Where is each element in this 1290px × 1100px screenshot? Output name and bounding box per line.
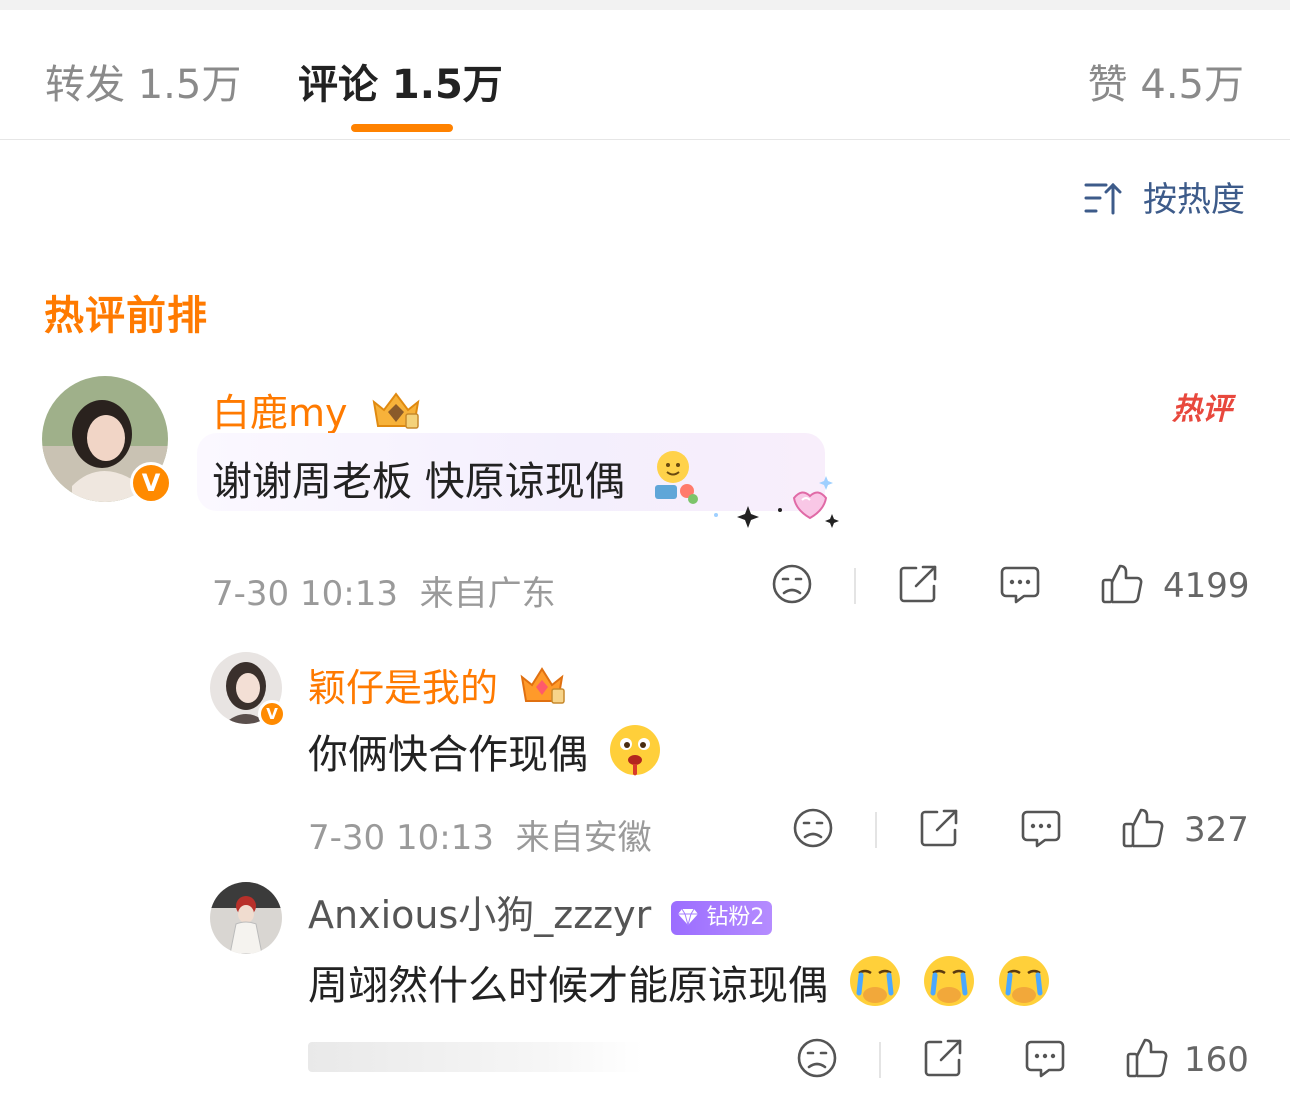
comment-actions: 160 [795, 1036, 1251, 1086]
tab-likes[interactable]: 赞 4.5万 [1088, 52, 1244, 110]
comment-actions: 4199 [770, 562, 1250, 612]
hot-comments-title: 热评前排 [44, 293, 208, 339]
comment-location: 来自广东 [419, 574, 556, 614]
dislike-button[interactable] [770, 562, 814, 610]
like-count: 4199 [1163, 566, 1250, 606]
action-separator [875, 812, 877, 848]
fan-badge: 钻粉2 [671, 901, 773, 935]
verified-badge-icon: V [130, 462, 172, 504]
active-tab-indicator [351, 124, 453, 132]
comment-time: 7-30 10:13 [212, 574, 398, 614]
tab-comments[interactable]: 评论 1.5万 [298, 52, 503, 110]
like-button[interactable] [1125, 1036, 1169, 1084]
comment-text: 谢谢周老板 快原谅现偶 [212, 447, 701, 515]
hot-comment-tag: 热评 [1172, 392, 1232, 427]
top-divider-bar [0, 0, 1290, 10]
username-text: 白鹿my [212, 391, 348, 435]
action-separator [879, 1042, 881, 1078]
watering-emoji-icon [643, 447, 701, 515]
comment-username[interactable]: Anxious小狗_zzzyr 钻粉2 [308, 884, 773, 939]
crying-emoji-icon [847, 953, 903, 1019]
heart-sparkle-decoration-icon [706, 470, 846, 536]
fan-badge-label: 钻粉2 [706, 905, 765, 930]
reply-button[interactable] [998, 562, 1042, 610]
dislike-button[interactable] [795, 1036, 839, 1084]
comment-time: 7-30 10:13 [308, 818, 494, 858]
username-text: 颖仔是我的 [308, 666, 499, 710]
share-button[interactable] [896, 562, 940, 610]
avatar[interactable] [210, 882, 282, 954]
like-count: 327 [1184, 810, 1249, 850]
dislike-button[interactable] [791, 806, 835, 854]
diamond-icon [678, 908, 699, 927]
crying-emoji-icon [921, 953, 977, 1019]
comment-text-content: 周翊然什么时候才能原谅现偶 [308, 963, 828, 1009]
sort-by-hot-button[interactable]: 按热度 [1084, 172, 1245, 221]
username-text: Anxious小狗_zzzyr [308, 893, 652, 937]
comment-meta: 7-30 10:13 来自广东 [212, 566, 556, 615]
comment-text-content: 谢谢周老板 快原谅现偶 [212, 459, 625, 505]
comment-location: 来自安徽 [515, 818, 652, 858]
tab-bar: 转发 1.5万 评论 1.5万 赞 4.5万 [0, 10, 1290, 140]
verified-badge-icon: V [258, 700, 286, 728]
like-count: 160 [1184, 1040, 1249, 1080]
crown-badge-icon [518, 663, 568, 716]
action-separator [854, 568, 856, 604]
comment-meta: 7-30 10:13 来自安徽 [308, 810, 652, 859]
tab-reposts[interactable]: 转发 1.5万 [45, 52, 241, 110]
comment-username[interactable]: 颖仔是我的 [308, 657, 568, 716]
crying-emoji-icon [996, 953, 1052, 1019]
sort-icon [1084, 180, 1143, 220]
drooling-emoji-icon [607, 722, 663, 788]
like-button[interactable] [1121, 806, 1165, 854]
comment-actions: 327 [791, 806, 1251, 856]
comment-text: 周翊然什么时候才能原谅现偶 [308, 953, 1052, 1019]
sort-label: 按热度 [1143, 180, 1245, 220]
reply-button[interactable] [1023, 1036, 1067, 1084]
reply-button[interactable] [1019, 806, 1063, 854]
share-button[interactable] [917, 806, 961, 854]
share-button[interactable] [921, 1036, 965, 1084]
like-button[interactable] [1100, 562, 1144, 610]
obscured-meta [308, 1042, 643, 1072]
comment-text-content: 你俩快合作现偶 [308, 732, 588, 778]
comment-text: 你俩快合作现偶 [308, 722, 663, 788]
